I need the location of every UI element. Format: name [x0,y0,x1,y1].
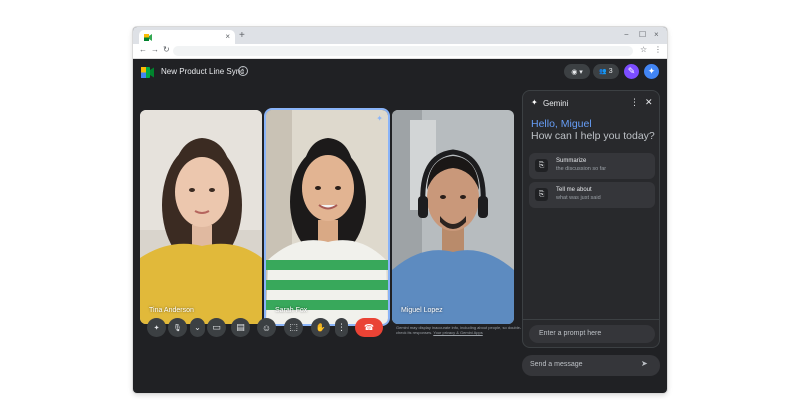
window-close-icon[interactable]: × [654,31,659,39]
people-icon: 👥 [599,69,607,75]
gemini-star-icon: ✦ [647,66,656,76]
effects-icon: ✦ [153,324,160,332]
suggestion-subtitle: the discussion so far [556,166,607,172]
browser-menu-icon[interactable]: ⋮ [654,46,662,54]
participant-tile-active[interactable]: ✦ Sarah Fox [266,110,388,324]
panel-divider [523,319,659,320]
effects-button[interactable]: ✦ [147,318,166,337]
raise-hand-button[interactable]: ✋ [311,318,330,337]
browser-toolbar: ← → ↻ ☆ ⋮ [133,44,667,59]
people-button[interactable]: 👥 3 [593,64,619,79]
record-icon: ◉ ▾ [571,68,583,76]
summarize-icon: ⎘ [535,159,548,172]
meet-header: New Product Line Sync i ◉ ▾ 👥 3 ✎ ✦ [133,59,667,87]
end-call-icon: ☎ [364,323,374,332]
prompt-input[interactable]: Enter a prompt here [529,325,655,343]
address-bar[interactable] [173,46,633,56]
help-question: How can I help you today? [531,130,655,142]
meet-favicon-icon [144,33,152,41]
gemini-button[interactable]: ✦ [644,64,659,79]
tell-me-icon: ⎘ [535,188,548,201]
chat-message-input[interactable]: Send a message ➤ [522,355,660,376]
reload-icon[interactable]: ↻ [163,46,170,54]
participant-video [266,110,388,324]
participant-video [392,110,514,324]
suggestion-summarize[interactable]: ⎘ Summarize the discussion so far [529,153,655,179]
tab-close-icon[interactable]: × [225,33,230,41]
device-options-button[interactable]: ⌄ [190,318,205,337]
gemini-disclaimer: Gemini may display inaccurate info, incl… [396,325,526,335]
participant-name: Sarah Fox [275,307,308,314]
gemini-badge-icon: ✦ [376,114,383,123]
forward-icon[interactable]: → [151,46,159,54]
gemini-wand-button[interactable]: ✎ [624,64,639,79]
record-button[interactable]: ◉ ▾ [564,64,590,79]
gemini-panel: ✦ Gemini ⋮ ✕ Hello, Miguel How can I hel… [522,90,660,348]
bookmark-star-icon[interactable]: ☆ [640,46,647,54]
browser-window: × + − ☐ × ← → ↻ ☆ ⋮ New Product Line Syn… [133,27,667,393]
participant-video [140,110,262,324]
greeting: Hello, Miguel [531,118,592,130]
more-options-button[interactable]: ⋮ [335,318,348,337]
back-icon[interactable]: ← [139,46,147,54]
participant-name: Miguel Lopez [401,307,443,314]
emoji-button[interactable]: ☺ [257,318,276,337]
privacy-link[interactable]: Your privacy & Gemini Apps [433,330,482,335]
meeting-info-icon[interactable]: i [238,66,248,76]
end-call-button[interactable]: ☎ [355,318,383,337]
camera-button[interactable]: ▭ [207,318,226,337]
microphone-button[interactable]: 🎙 [168,318,187,337]
raise-hand-icon: ✋ [315,323,326,332]
microphone-icon: 🎙 [173,324,182,332]
suggestion-title: Summarize [556,158,587,164]
tab-strip: × + − ☐ × [133,27,667,44]
present-button[interactable]: ⬚ [284,318,303,337]
emoji-icon: ☺ [261,322,272,333]
call-controls: ✦ 🎙 ⌄ ▭ ▤ ☺ ⬚ ✋ ⋮ ☎ [139,318,383,348]
meet-logo-icon [141,67,154,78]
more-icon: ⋮ [337,322,346,332]
camera-icon: ▭ [212,322,221,332]
chevron-down-icon: ⌄ [194,323,201,332]
captions-button[interactable]: ▤ [231,318,250,337]
people-count: 3 [608,68,613,75]
gemini-star-icon: ✦ [531,98,538,107]
minimize-icon[interactable]: − [624,31,629,39]
present-icon: ⬚ [289,322,298,332]
panel-close-icon[interactable]: ✕ [645,98,653,107]
suggestion-subtitle: what was just said [556,195,601,201]
chat-placeholder: Send a message [530,361,583,368]
panel-more-icon[interactable]: ⋮ [630,98,639,107]
participant-name: Tina Anderson [149,307,194,314]
meeting-title: New Product Line Sync [161,67,245,76]
captions-icon: ▤ [236,322,245,332]
participant-tile[interactable]: Tina Anderson [140,110,262,324]
browser-tab[interactable]: × [139,30,235,44]
suggestion-title: Tell me about [556,187,592,193]
maximize-icon[interactable]: ☐ [639,31,646,39]
gemini-wand-icon: ✎ [627,66,636,76]
new-tab-icon[interactable]: + [239,31,245,41]
participant-tile[interactable]: Miguel Lopez [392,110,514,324]
send-icon[interactable]: ➤ [641,360,648,368]
suggestion-tell-me-about[interactable]: ⎘ Tell me about what was just said [529,182,655,208]
panel-title: Gemini [543,99,569,108]
